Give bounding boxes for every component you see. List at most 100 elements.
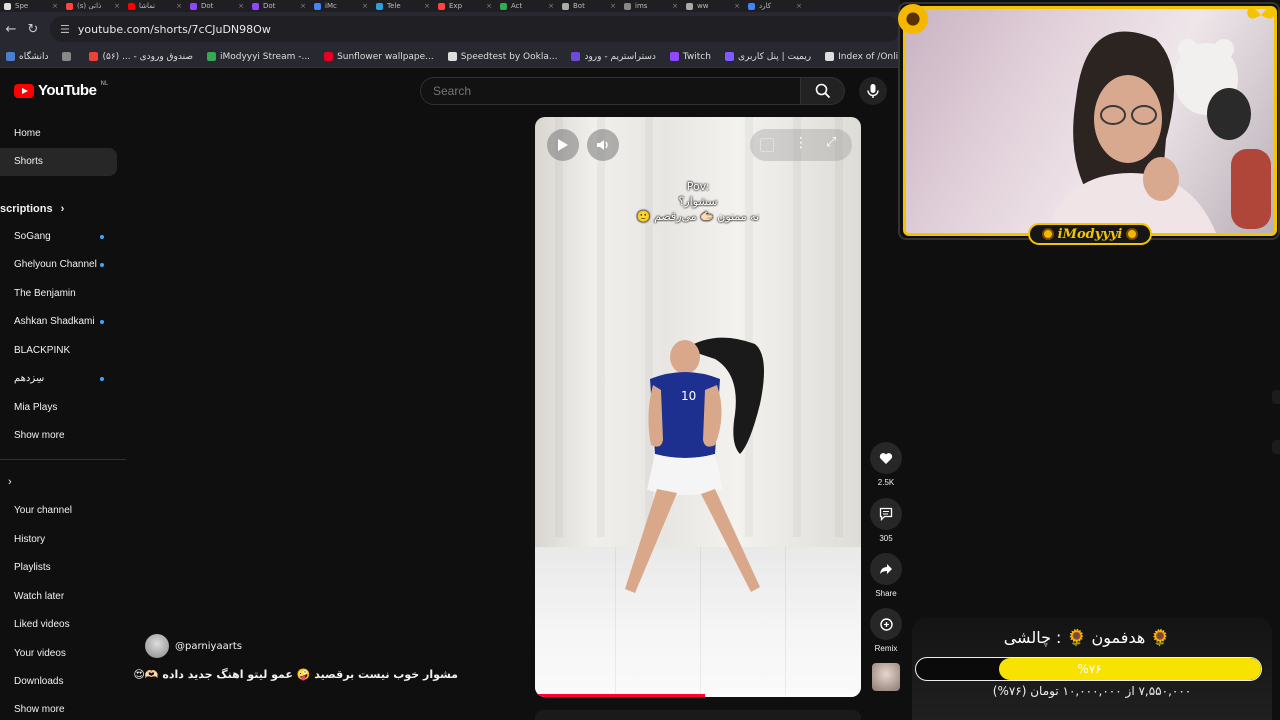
- close-tab-icon[interactable]: ×: [176, 2, 182, 10]
- browser-tab[interactable]: تماشا ×: [124, 0, 186, 12]
- bookmark-item[interactable]: [62, 52, 75, 61]
- tab-favicon-icon: [66, 2, 73, 10]
- sidebar-you-item[interactable]: Your videos: [14, 648, 66, 659]
- sidebar-you-item[interactable]: Playlists: [14, 562, 51, 573]
- next-short-preview[interactable]: [535, 710, 861, 720]
- search-input[interactable]: [420, 77, 801, 105]
- channel-handle[interactable]: @parniyaarts: [175, 641, 242, 652]
- comments-button[interactable]: 305: [870, 498, 902, 543]
- sidebar-item-shorts[interactable]: Shorts: [14, 156, 43, 167]
- close-tab-icon[interactable]: ×: [610, 2, 616, 10]
- share-button[interactable]: Share: [870, 553, 902, 598]
- sidebar-subscription-item[interactable]: Mia Plays: [14, 402, 57, 413]
- browser-tab[interactable]: Tele ×: [372, 0, 434, 12]
- close-tab-icon[interactable]: ×: [734, 2, 740, 10]
- bookmark-favicon-icon: [724, 52, 734, 61]
- sidebar-you-item[interactable]: Your channel: [14, 505, 72, 516]
- like-button[interactable]: 2.5K: [870, 442, 902, 487]
- bookmark-item[interactable]: Twitch: [669, 52, 711, 62]
- bookmark-label: ریمیت | پنل کاربری: [737, 51, 812, 62]
- sidebar-you-item[interactable]: Watch later: [14, 591, 64, 602]
- tab-label: Dot: [201, 2, 214, 10]
- shorts-video-player[interactable]: 10 ⋮ ⤢ Pov: سشوار؟ 🙂 نه ممنون 🫱🏻 می‌رقصم: [535, 117, 861, 697]
- video-progress-bar[interactable]: [535, 694, 861, 697]
- sidebar-show-more-you[interactable]: Show more: [14, 704, 65, 715]
- sidebar-subscription-item[interactable]: Ghelyoun Channel: [14, 259, 97, 270]
- bookmark-label: Speedtest by Ookla...: [460, 51, 558, 62]
- streamer-nameplate: iModyyyi: [1028, 223, 1152, 245]
- new-content-dot: [100, 377, 104, 381]
- tab-label: Spe: [15, 2, 29, 10]
- close-tab-icon[interactable]: ×: [362, 2, 368, 10]
- bookmark-item[interactable]: Sunflower wallpape...: [324, 52, 434, 62]
- bookmark-label: دانشگاه: [19, 51, 49, 62]
- sidebar-you-item[interactable]: History: [14, 534, 45, 545]
- bookmark-item[interactable]: Index of /Online/De...: [825, 52, 900, 62]
- player-controls-pill: ⋮ ⤢: [750, 129, 852, 161]
- voice-search-button[interactable]: [859, 77, 887, 105]
- sidebar-subscription-item[interactable]: SoGang: [14, 231, 51, 242]
- browser-tab[interactable]: Bot ×: [558, 0, 620, 12]
- volume-icon: [597, 140, 608, 150]
- sidebar-subscription-item[interactable]: BLACKPINK: [14, 345, 70, 356]
- captions-icon[interactable]: [760, 138, 774, 152]
- tab-favicon-icon: [624, 2, 631, 10]
- sidebar-item-home[interactable]: Home: [14, 128, 41, 139]
- sidebar-subscription-item[interactable]: The Benjamin: [14, 288, 76, 299]
- close-tab-icon[interactable]: ×: [114, 2, 120, 10]
- browser-tab[interactable]: ims ×: [620, 0, 682, 12]
- channel-avatar[interactable]: [145, 634, 169, 658]
- youtube-play-icon: [14, 83, 34, 98]
- browser-tab[interactable]: Exp ×: [434, 0, 496, 12]
- browser-tab[interactable]: iMc ×: [310, 0, 372, 12]
- url-bar[interactable]: ☰ youtube.com/shorts/7cCJuDN98Ow: [50, 16, 900, 42]
- bookmark-item[interactable]: دستراستریم - ورود: [571, 52, 656, 62]
- bookmark-item[interactable]: صندوق ورودی - ... (۵۶): [89, 52, 193, 62]
- sidebar-you-item[interactable]: Liked videos: [14, 619, 70, 630]
- sunflower-icon: [898, 4, 928, 34]
- youtube-logo[interactable]: YouTube NL: [14, 80, 108, 99]
- browser-tab[interactable]: کارد ×: [744, 0, 806, 12]
- chevron-right-icon[interactable]: ›: [8, 476, 12, 488]
- browser-tab[interactable]: (s) ذاتی ×: [62, 0, 124, 12]
- audio-thumbnail[interactable]: [872, 663, 900, 691]
- sidebar-subscriptions-header[interactable]: scriptions ›: [0, 203, 64, 215]
- bookmark-item[interactable]: iModyyyi Stream -...: [206, 52, 310, 62]
- sidebar-subscription-item[interactable]: سِزدهم: [14, 373, 44, 384]
- close-tab-icon[interactable]: ×: [548, 2, 554, 10]
- heart-icon: [879, 452, 893, 464]
- sidebar-subscription-item[interactable]: Ashkan Shadkami: [14, 316, 95, 327]
- tab-label: (s) ذاتی: [77, 2, 102, 10]
- reload-icon[interactable]: ↻: [22, 18, 44, 40]
- bookmark-item[interactable]: دانشگاه: [6, 52, 48, 62]
- tab-favicon-icon: [748, 2, 755, 10]
- browser-tab[interactable]: Spe ×: [0, 0, 62, 12]
- bookmark-item[interactable]: Speedtest by Ookla...: [447, 51, 558, 62]
- fullscreen-icon[interactable]: ⤢: [826, 135, 836, 150]
- close-tab-icon[interactable]: ×: [300, 2, 306, 10]
- scroll-previous-button[interactable]: [1272, 390, 1280, 404]
- remix-button[interactable]: Remix: [870, 608, 902, 653]
- back-icon[interactable]: ←: [0, 18, 22, 40]
- site-info-icon[interactable]: ☰: [60, 23, 70, 36]
- volume-button[interactable]: [587, 129, 619, 161]
- browser-tab[interactable]: Dot ×: [248, 0, 310, 12]
- sidebar-show-more-subscriptions[interactable]: Show more: [14, 430, 65, 441]
- browser-tab[interactable]: ww ×: [682, 0, 744, 12]
- close-tab-icon[interactable]: ×: [672, 2, 678, 10]
- donation-goal-bar: %۷۶: [915, 657, 1262, 681]
- close-tab-icon[interactable]: ×: [486, 2, 492, 10]
- close-tab-icon[interactable]: ×: [52, 2, 58, 10]
- close-tab-icon[interactable]: ×: [796, 2, 802, 10]
- more-options-icon[interactable]: ⋮: [794, 135, 808, 151]
- channel-info[interactable]: @parniyaarts: [145, 634, 242, 658]
- bookmark-item[interactable]: ریمیت | پنل کاربری: [724, 51, 812, 62]
- scroll-next-button[interactable]: [1272, 440, 1280, 454]
- play-button[interactable]: [547, 129, 579, 161]
- close-tab-icon[interactable]: ×: [424, 2, 430, 10]
- sidebar-you-item[interactable]: Downloads: [14, 676, 63, 687]
- browser-tab[interactable]: Dot ×: [186, 0, 248, 12]
- search-button[interactable]: [801, 77, 845, 105]
- browser-tab[interactable]: Act ×: [496, 0, 558, 12]
- close-tab-icon[interactable]: ×: [238, 2, 244, 10]
